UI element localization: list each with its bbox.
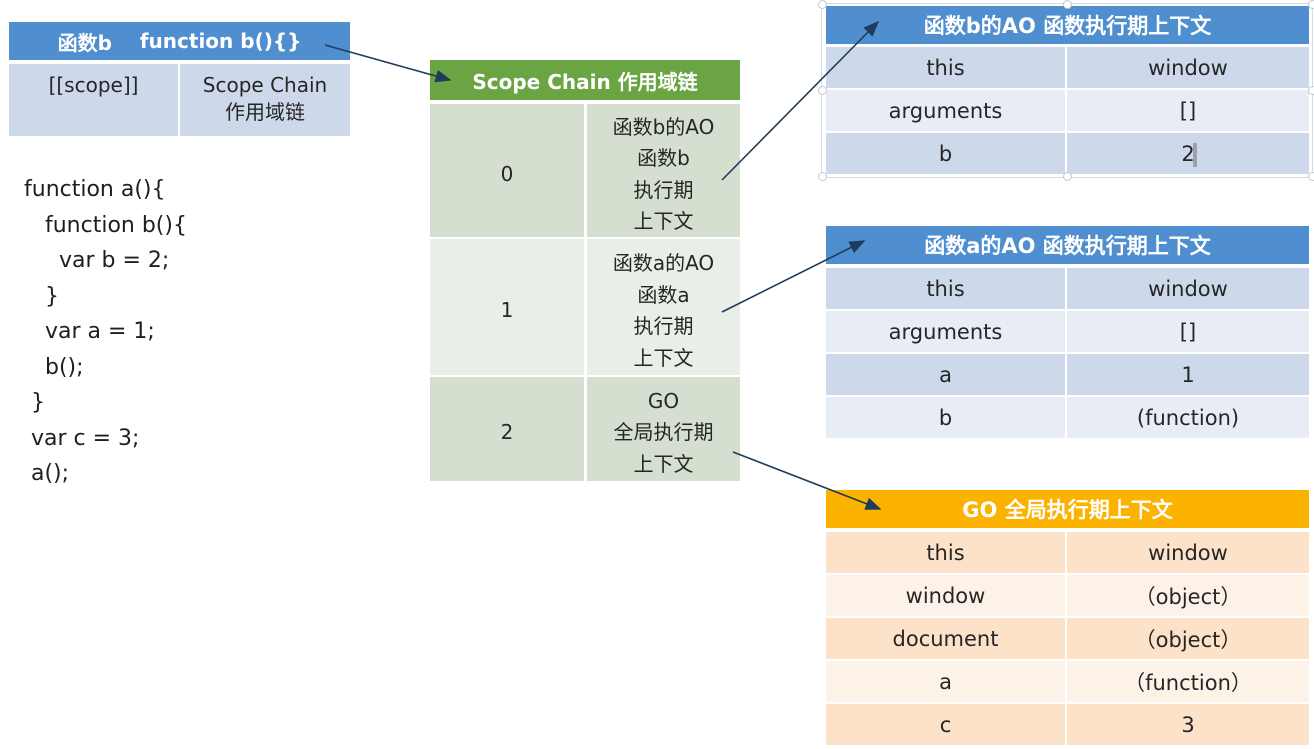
resize-handle[interactable]: [1308, 172, 1314, 181]
resize-handle[interactable]: [1308, 86, 1314, 95]
resize-handle[interactable]: [1063, 172, 1072, 181]
resize-handle[interactable]: [818, 86, 827, 95]
resize-handle[interactable]: [1308, 0, 1314, 9]
arrows-layer: [324, 20, 882, 510]
resize-handle[interactable]: [1063, 0, 1072, 9]
arrow-row0-to-ao-b: [721, 20, 880, 181]
resize-handle[interactable]: [818, 0, 827, 9]
arrow-scope-to-chain: [324, 44, 452, 83]
arrow-row2-to-go: [732, 451, 882, 510]
text-caret: [1193, 143, 1197, 167]
arrow-row1-to-ao-a: [721, 240, 866, 313]
resize-handle[interactable]: [818, 172, 827, 181]
